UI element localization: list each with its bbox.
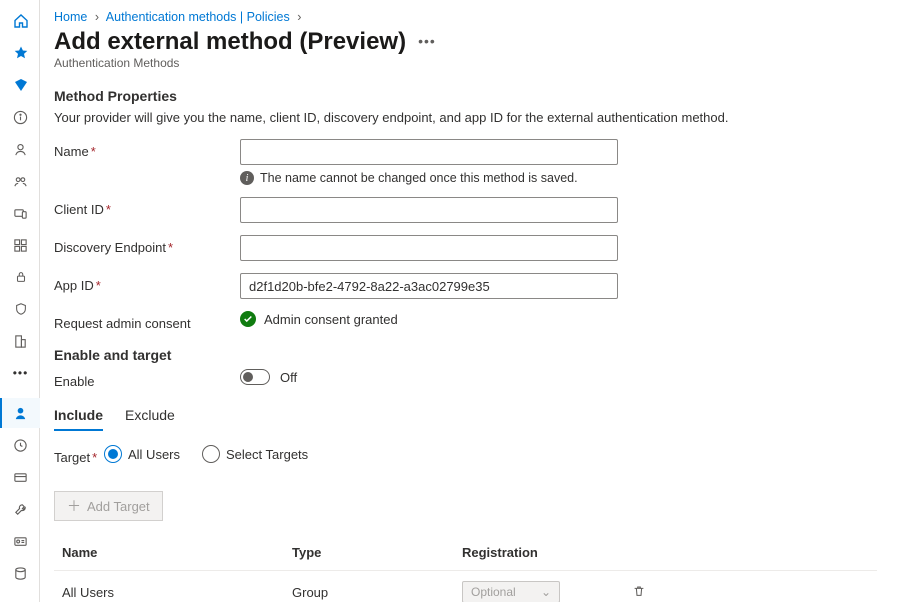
chevron-down-icon: ⌄ — [541, 585, 551, 599]
col-type[interactable]: Type — [284, 535, 454, 571]
nav-favorites-icon[interactable] — [0, 38, 40, 68]
add-target-label: Add Target — [87, 499, 150, 514]
clientid-input[interactable] — [240, 197, 618, 223]
cell-type: Group — [284, 571, 454, 602]
enable-state: Off — [280, 370, 297, 385]
nav-wrench-icon[interactable] — [0, 494, 40, 524]
nav-lock-icon[interactable] — [0, 262, 40, 292]
info-icon: i — [240, 171, 254, 185]
nav-clock-icon[interactable] — [0, 430, 40, 460]
delete-icon[interactable] — [632, 585, 646, 601]
radio-all-users-label: All Users — [128, 447, 180, 462]
chevron-right-icon: › — [91, 10, 103, 24]
radio-select-targets[interactable]: Select Targets — [202, 445, 308, 463]
registration-select[interactable]: Optional ⌄ — [462, 581, 560, 602]
nav-id-icon[interactable] — [0, 526, 40, 556]
chevron-right-icon: › — [293, 10, 305, 24]
main-content: Home › Authentication methods | Policies… — [40, 0, 901, 602]
clientid-label: Client ID* — [54, 197, 240, 217]
cell-name: All Users — [54, 571, 284, 602]
consent-status: Admin consent granted — [264, 312, 398, 327]
table-row: All Users Group Optional ⌄ — [54, 571, 877, 602]
col-registration[interactable]: Registration — [454, 535, 624, 571]
plus-icon: ＋ — [67, 496, 81, 516]
nav-data-icon[interactable] — [0, 558, 40, 588]
add-target-button[interactable]: ＋ Add Target — [54, 491, 163, 521]
name-input[interactable] — [240, 139, 618, 165]
tab-include[interactable]: Include — [54, 403, 103, 431]
section-enable-target: Enable and target — [54, 347, 877, 363]
nav-auth-methods-icon[interactable] — [0, 398, 40, 428]
nav-diamond-icon[interactable] — [0, 70, 40, 100]
breadcrumb-policies[interactable]: Authentication methods | Policies — [106, 10, 290, 24]
more-actions-icon[interactable]: ••• — [418, 33, 436, 49]
tab-exclude[interactable]: Exclude — [125, 403, 175, 431]
nav-info-icon[interactable] — [0, 102, 40, 132]
appid-label: App ID* — [54, 273, 240, 293]
discovery-input[interactable] — [240, 235, 618, 261]
nav-users-icon[interactable] — [0, 166, 40, 196]
name-label: Name* — [54, 139, 240, 159]
section-description: Your provider will give you the name, cl… — [54, 110, 877, 125]
nav-devices-icon[interactable] — [0, 198, 40, 228]
breadcrumb-home[interactable]: Home — [54, 10, 87, 24]
target-label: Target* — [54, 445, 104, 465]
checkmark-icon — [240, 311, 256, 327]
targets-table: Name Type Registration All Users Group O… — [54, 535, 877, 602]
page-title: Add external method (Preview) — [54, 28, 406, 56]
radio-all-users[interactable]: All Users — [104, 445, 180, 463]
nav-card-icon[interactable] — [0, 462, 40, 492]
registration-value: Optional — [471, 585, 516, 599]
enable-toggle[interactable] — [240, 369, 270, 385]
consent-label: Request admin consent — [54, 311, 240, 331]
appid-input[interactable] — [240, 273, 618, 299]
name-hint: The name cannot be changed once this met… — [260, 171, 578, 185]
nav-home-icon[interactable] — [0, 6, 40, 36]
nav-org-icon[interactable] — [0, 326, 40, 356]
breadcrumb: Home › Authentication methods | Policies… — [54, 10, 877, 24]
nav-shield-icon[interactable] — [0, 294, 40, 324]
radio-select-targets-label: Select Targets — [226, 447, 308, 462]
left-nav: ••• — [0, 0, 40, 602]
col-name[interactable]: Name — [54, 535, 284, 571]
section-method-properties: Method Properties — [54, 88, 877, 104]
discovery-label: Discovery Endpoint* — [54, 235, 240, 255]
nav-apps-icon[interactable] — [0, 230, 40, 260]
page-subtitle: Authentication Methods — [54, 56, 877, 70]
nav-more-icon[interactable]: ••• — [0, 358, 40, 388]
enable-label: Enable — [54, 369, 240, 389]
nav-user-icon[interactable] — [0, 134, 40, 164]
